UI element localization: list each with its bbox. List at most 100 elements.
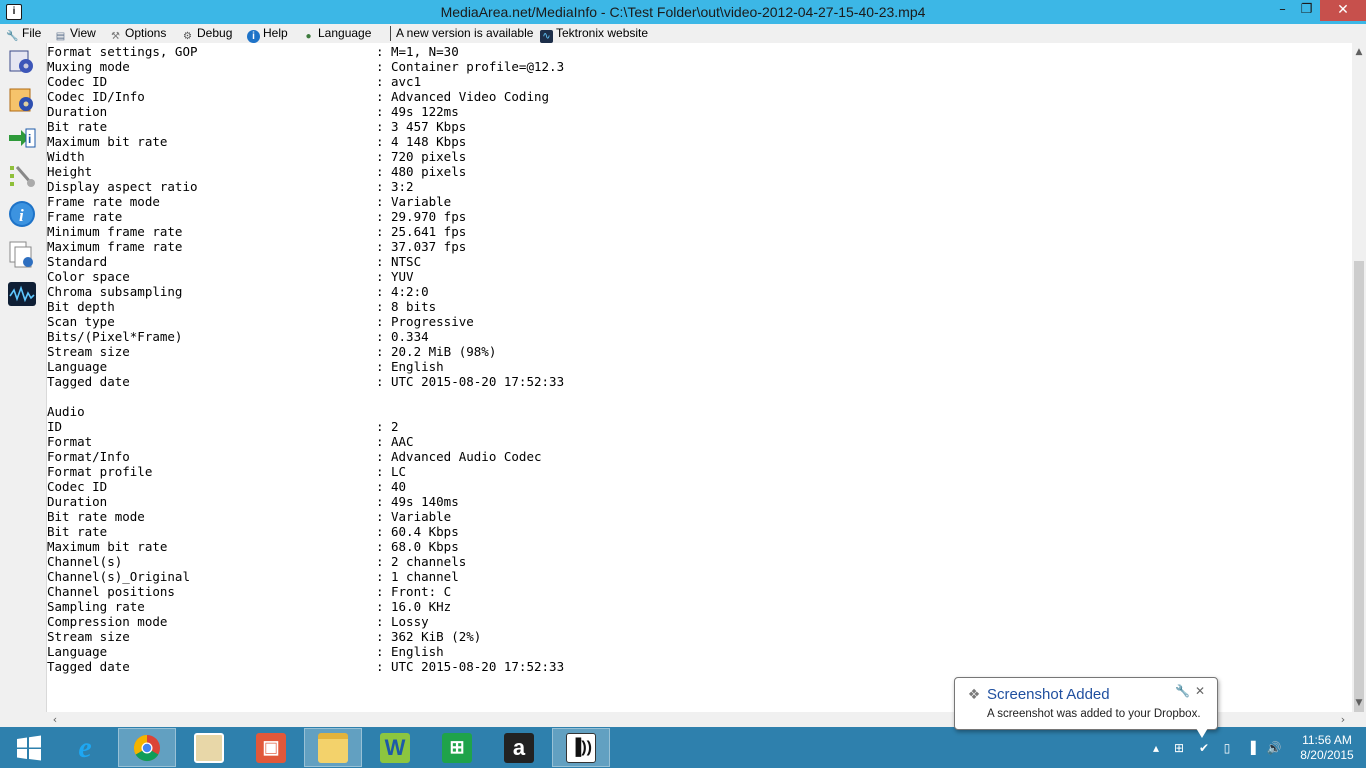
- signal-icon[interactable]: ▐: [1243, 740, 1259, 756]
- field-value: 4:2:0: [391, 284, 429, 299]
- menu-language[interactable]: ● Language: [302, 25, 371, 42]
- field-name: Bit rate mode: [47, 509, 145, 524]
- field-separator: :: [376, 254, 384, 269]
- field-name: Codec ID: [47, 479, 108, 494]
- new-version-link[interactable]: A new version is available: [396, 25, 533, 42]
- menu-help[interactable]: i Help: [247, 25, 288, 43]
- system-clock[interactable]: 11:56 AM 8/20/2015: [1293, 733, 1361, 763]
- taskbar-w-app[interactable]: W: [366, 728, 424, 767]
- notification-close-icon[interactable]: ✕: [1193, 684, 1207, 698]
- field-name: Format settings, GOP: [47, 44, 198, 59]
- field-separator: :: [376, 299, 384, 314]
- taskbar-store[interactable]: ⊞: [428, 728, 486, 767]
- minimize-button[interactable]: –: [1269, 0, 1296, 21]
- field-separator: :: [376, 164, 384, 179]
- menu-file-label: File: [22, 26, 42, 40]
- field-separator: :: [376, 629, 384, 644]
- field-value: 40: [391, 479, 407, 494]
- globe-icon: ●: [305, 31, 312, 42]
- notification-pointer: [1196, 728, 1208, 738]
- taskbar-file-explorer[interactable]: [304, 728, 362, 767]
- scroll-right-icon[interactable]: ›: [1336, 712, 1350, 727]
- field-name: Channel(s): [47, 554, 123, 569]
- field-value: 60.4 Kbps: [391, 524, 459, 539]
- tree-view-icon[interactable]: i: [6, 123, 38, 153]
- scroll-left-icon[interactable]: ‹: [48, 712, 62, 727]
- tektronix-link[interactable]: ∿ Tektronix website: [540, 25, 648, 43]
- field-name: Tagged date: [47, 659, 130, 674]
- view-sidebar: i i: [0, 43, 44, 727]
- volume-icon[interactable]: 🔊: [1266, 740, 1282, 756]
- field-separator: :: [376, 539, 384, 554]
- field-name: Height: [47, 164, 93, 179]
- report-text-area[interactable]: Format settings, GOP: M=1, N=30 Muxing mod…: [46, 43, 1352, 712]
- menu-help-label: Help: [263, 26, 288, 40]
- menu-options[interactable]: ⚒ Options: [109, 25, 166, 42]
- field-separator: :: [376, 599, 384, 614]
- menu-debug[interactable]: ⚙ Debug: [181, 25, 232, 42]
- title-bar[interactable]: i MediaArea.net/MediaInfo - C:\Test Fold…: [0, 0, 1366, 24]
- menu-language-label: Language: [318, 26, 372, 40]
- taskbar-office[interactable]: ▣: [242, 728, 300, 767]
- field-name: Duration: [47, 104, 108, 119]
- field-name: Chroma subsampling: [47, 284, 183, 299]
- field-separator: :: [376, 494, 384, 509]
- scroll-up-icon[interactable]: ▲: [1352, 45, 1366, 59]
- tektronix-icon: ∿: [540, 30, 553, 43]
- field-name: Scan type: [47, 314, 115, 329]
- w-app-icon: W: [380, 732, 410, 763]
- field-name: Bit rate: [47, 119, 108, 134]
- field-name: Sampling rate: [47, 599, 145, 614]
- taskbar-amazon[interactable]: a: [490, 728, 548, 767]
- taskbar-photos[interactable]: [180, 728, 238, 767]
- tektronix-sidebar-icon[interactable]: [6, 279, 38, 309]
- field-name: Channel positions: [47, 584, 175, 599]
- mediainfo-icon[interactable]: i: [6, 4, 22, 20]
- maximize-button[interactable]: ❐: [1293, 0, 1320, 21]
- field-value: AAC: [391, 434, 414, 449]
- network-device-icon[interactable]: ▯: [1219, 740, 1235, 756]
- text-view-icon[interactable]: [6, 161, 38, 191]
- field-value: English: [391, 644, 444, 659]
- field-value: LC: [391, 464, 407, 479]
- field-separator: :: [376, 74, 384, 89]
- field-name: ID: [47, 419, 63, 434]
- field-name: Format profile: [47, 464, 153, 479]
- vertical-scroll-thumb[interactable]: [1354, 261, 1364, 735]
- menu-options-label: Options: [125, 26, 167, 40]
- show-hidden-icons[interactable]: ▴: [1148, 740, 1164, 756]
- field-value: 2: [391, 419, 399, 434]
- field-value: NTSC: [391, 254, 422, 269]
- windows-flag-icon[interactable]: ⊞: [1171, 740, 1187, 756]
- field-separator: :: [376, 149, 384, 164]
- start-button[interactable]: [0, 728, 58, 767]
- close-button[interactable]: ✕: [1320, 0, 1366, 21]
- section-header-audio: Audio: [47, 404, 85, 419]
- field-separator: :: [376, 509, 384, 524]
- menu-file[interactable]: 🔧 File: [6, 25, 41, 42]
- chrome-icon: [133, 734, 160, 761]
- field-value: 29.970 fps: [391, 209, 467, 224]
- field-separator: :: [376, 239, 384, 254]
- dropbox-notification[interactable]: ❖ Screenshot Added A screenshot was adde…: [954, 677, 1218, 730]
- menu-view[interactable]: ▤ View: [54, 25, 96, 42]
- field-separator: :: [376, 569, 384, 584]
- menu-view-label: View: [70, 26, 96, 40]
- amazon-icon: a: [504, 732, 534, 763]
- field-value: Front: C: [391, 584, 452, 599]
- info-view-icon[interactable]: i: [6, 199, 38, 229]
- sheet-view-icon[interactable]: [6, 85, 38, 115]
- taskbar-chrome[interactable]: [118, 728, 176, 767]
- field-separator: :: [376, 644, 384, 659]
- vertical-scrollbar[interactable]: ▲ ▼: [1352, 43, 1366, 735]
- wrench-icon[interactable]: 🔧: [1175, 684, 1190, 698]
- easy-view-icon[interactable]: [6, 47, 38, 77]
- scroll-down-icon[interactable]: ▼: [1352, 696, 1366, 710]
- file-icon: 🔧: [6, 31, 19, 42]
- field-separator: :: [376, 434, 384, 449]
- html-view-icon[interactable]: [6, 239, 38, 269]
- taskbar-mediainfo[interactable]: ▐)): [552, 728, 610, 767]
- dropbox-icon[interactable]: ✔: [1196, 740, 1212, 756]
- field-value: 3:2: [391, 179, 414, 194]
- taskbar-internet-explorer[interactable]: e: [56, 728, 114, 767]
